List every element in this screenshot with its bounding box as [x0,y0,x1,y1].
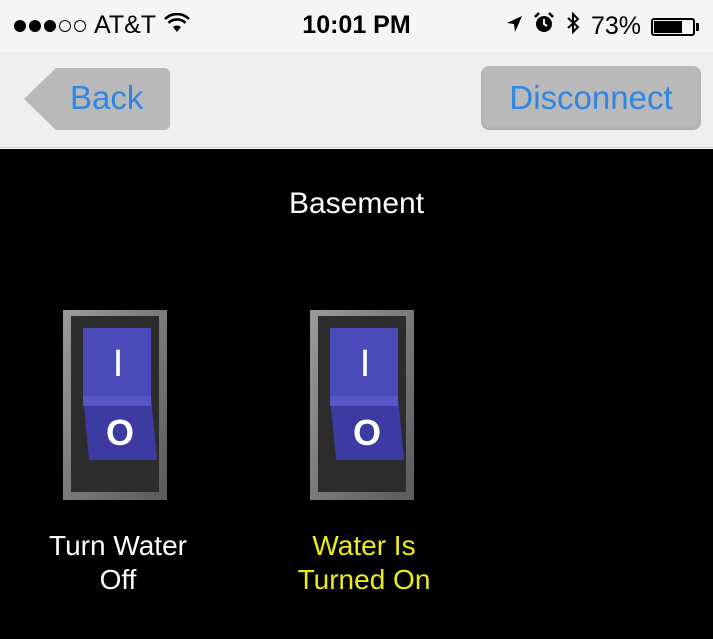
switch-label-line: Turn Water [49,530,187,561]
disconnect-button-label: Disconnect [509,79,673,116]
on-glyph: I [113,343,124,385]
switch-label-turn-water-off: Turn Water Off [18,529,218,597]
switch-label-line: Off [99,564,137,595]
back-button[interactable]: Back [22,66,172,132]
disconnect-button[interactable]: Disconnect [481,66,701,130]
battery-percent: 73% [590,12,641,40]
switch-label-line: Turned On [297,564,431,595]
back-button-label: Back [70,79,144,116]
on-glyph: I [360,343,371,385]
status-bar-right: 73% [505,11,699,42]
off-glyph: O [106,412,134,453]
alarm-clock-icon [533,12,555,41]
water-status-switch[interactable]: I O [310,310,422,504]
location-arrow-icon [505,12,523,41]
battery-icon [651,17,699,36]
battery-fill [654,20,682,33]
switch-label-line: Water Is [312,530,416,561]
navigation-bar: Back Disconnect [0,52,713,148]
water-toggle-switch[interactable]: I O [63,310,175,504]
off-glyph: O [353,412,381,453]
switch-label-water-status: Water Is Turned On [264,529,464,597]
main-content: Basement I O I O Turn Water Off Water Is… [0,149,713,639]
app-screen: AT&T 10:01 PM 73% Back Disconnect Baseme… [0,0,713,639]
status-bar: AT&T 10:01 PM 73% [0,0,713,52]
room-title: Basement [288,187,425,220]
bluetooth-icon [565,11,581,42]
